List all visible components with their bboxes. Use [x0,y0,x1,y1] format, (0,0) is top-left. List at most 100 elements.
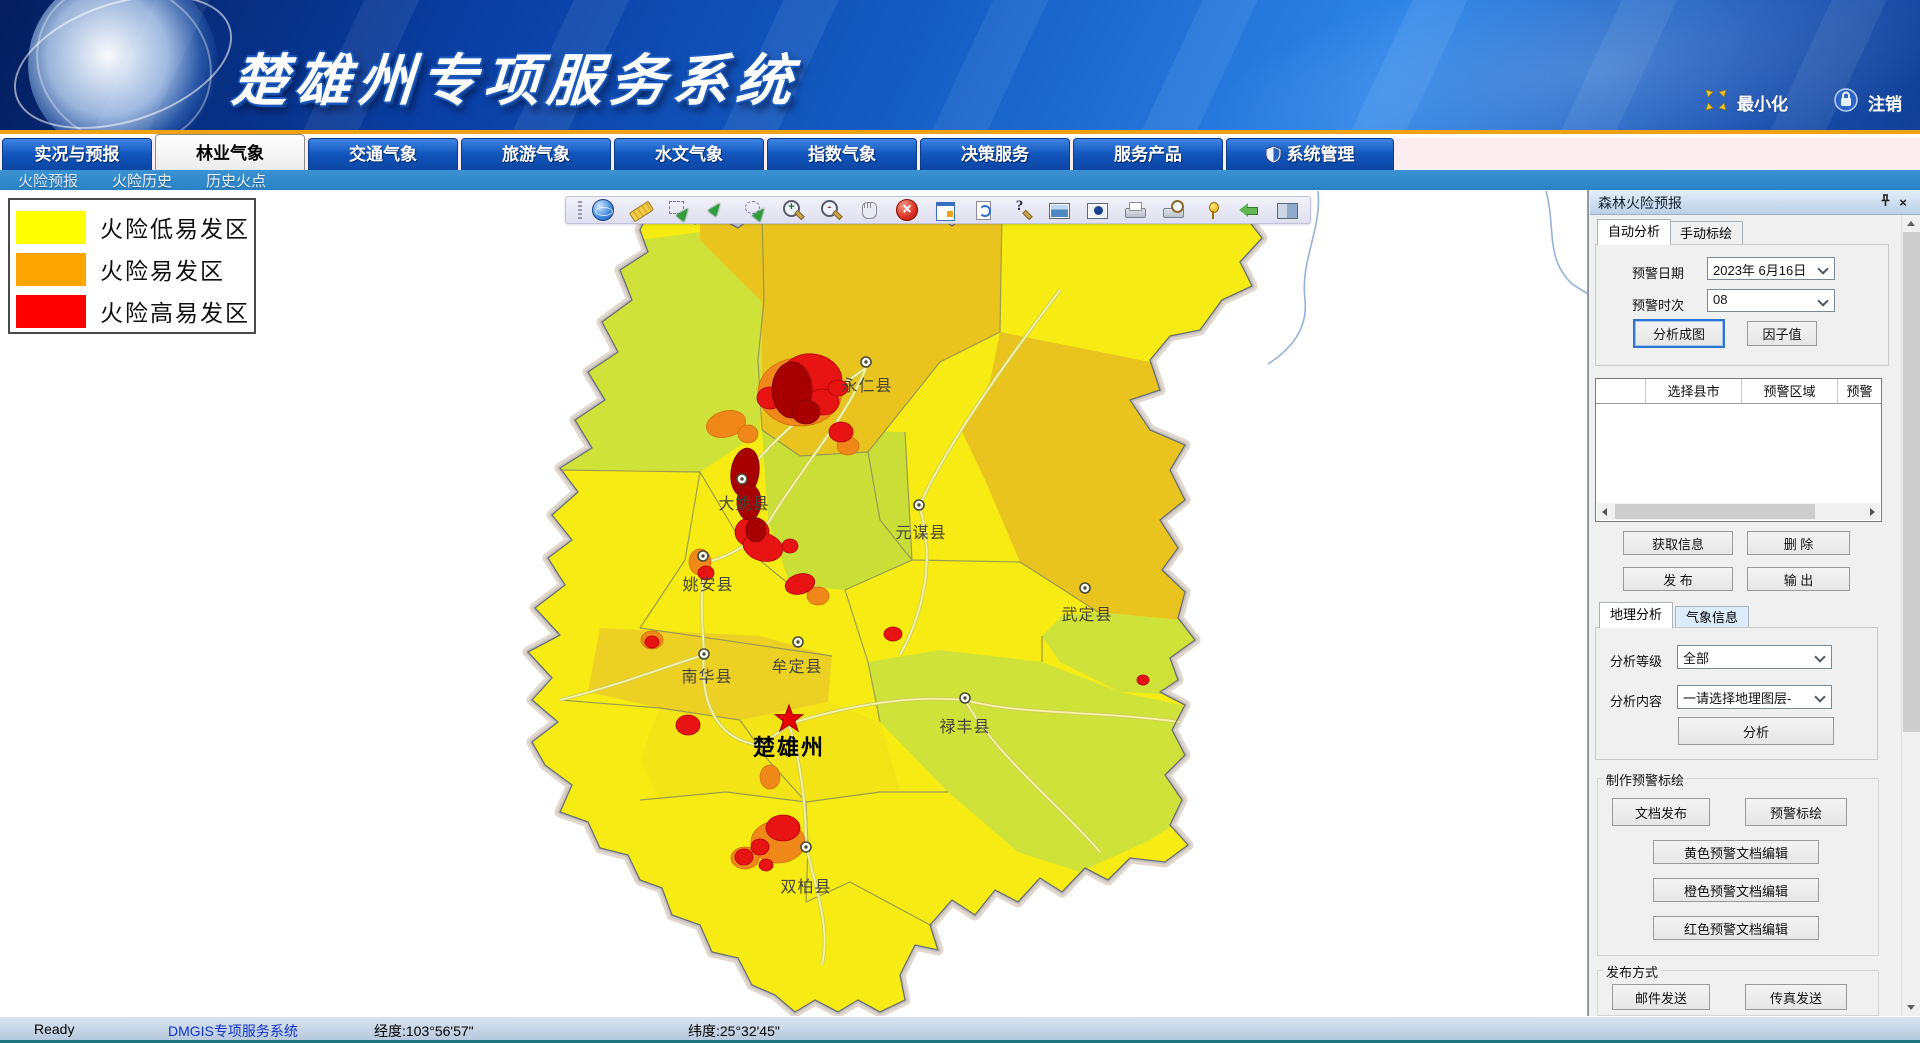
table-hscrollbar[interactable] [1597,503,1880,520]
warning-date-label: 预警日期 [1632,263,1684,282]
tab-traffic-weather[interactable]: 交通气象 [308,138,458,170]
analysis-level-select[interactable]: 全部 [1677,645,1832,669]
pan-hand-icon[interactable] [858,199,880,221]
analysis-content-label: 分析内容 [1610,691,1662,710]
orange-warning-doc-button[interactable]: 橙色预警文档编辑 [1653,878,1819,902]
tab-auto-analysis[interactable]: 自动分析 [1597,219,1671,245]
status-ready: Ready [34,1021,74,1037]
subnav-fire-forecast[interactable]: 火险预报 [18,170,78,191]
main-nav: 实况与预报 林业气象 交通气象 旅游气象 水文气象 指数气象 决策服务 服务产品… [0,138,1920,170]
scroll-down-icon[interactable] [1902,999,1920,1016]
warning-table[interactable]: 选择县市 预警区域 预警 [1595,378,1882,522]
table-header-checkbox [1596,379,1646,404]
status-longitude: 经度:103°56'57" [374,1021,474,1041]
full-extent-icon[interactable] [934,199,956,221]
panel-header: 森林火险预报 × [1590,191,1920,215]
subnav-fire-history[interactable]: 火险历史 [112,170,172,191]
zoom-out-icon[interactable] [820,199,842,221]
map-label-yuanmou: 元谋县 [895,524,946,542]
toolbar-grip[interactable] [578,201,582,219]
pin-icon[interactable] [1200,199,1222,221]
map-label-wuding: 武定县 [1061,606,1112,624]
warning-time-label: 预警时次 [1632,295,1684,314]
red-warning-doc-button[interactable]: 红色预警文档编辑 [1653,916,1819,940]
map-toolbar [565,196,1311,224]
map-legend: 火险低易发区 火险易发区 火险高易发区 [8,198,256,334]
map-label-shuangbai: 双柏县 [780,878,831,896]
publish-button[interactable]: 发 布 [1623,567,1733,591]
geo-analyze-button[interactable]: 分析 [1678,717,1834,745]
analyze-map-button[interactable]: 分析成图 [1633,319,1725,348]
tab-service-products[interactable]: 服务产品 [1073,138,1223,170]
print-preview-icon[interactable] [1162,199,1184,221]
scroll-left-icon[interactable] [1597,503,1613,520]
email-send-button[interactable]: 邮件发送 [1612,984,1710,1010]
table-header-county: 选择县市 [1646,379,1742,404]
map-label-lufeng: 禄丰县 [939,718,990,736]
stop-icon[interactable] [896,199,918,221]
doc-publish-button[interactable]: 文档发布 [1612,798,1710,826]
minimize-arrows-icon [1705,89,1727,116]
map-area[interactable]: 永仁县 元谋县 大姚县 姚安县 武定县 牟定县 南华县 禄丰县 双柏县 楚雄州 … [0,190,1588,1016]
status-system-name: DMGIS专项服务系统 [168,1021,298,1041]
scroll-right-icon[interactable] [1864,503,1880,520]
close-panel-icon[interactable]: × [1894,194,1912,212]
print-icon[interactable] [1124,199,1146,221]
status-bar: Ready DMGIS专项服务系统 经度:103°56'57" 纬度:25°32… [0,1016,1920,1043]
tab-index-weather[interactable]: 指数气象 [767,138,917,170]
app-title: 楚雄州专项服务系统 [229,36,802,117]
panel-scrollbar[interactable] [1901,215,1920,1016]
refresh-icon[interactable] [972,199,994,221]
tab-geo-analysis[interactable]: 地理分析 [1599,602,1673,628]
globe-icon[interactable] [592,199,614,221]
hscroll-thumb[interactable] [1615,504,1815,519]
select-pointer-icon[interactable] [706,199,728,221]
tab-decision-service[interactable]: 决策服务 [920,138,1070,170]
analysis-content-select[interactable]: 一请选择地理图层- [1677,685,1832,709]
overview-map-icon[interactable] [1086,199,1108,221]
minimize-button[interactable]: 最小化 [1705,89,1788,116]
tab-hydrology-weather[interactable]: 水文气象 [614,138,764,170]
map-layers-icon[interactable] [1276,199,1298,221]
map-label-yongren: 永仁县 [841,377,892,395]
vscroll-thumb[interactable] [1903,232,1920,732]
publish-group-title: 发布方式 [1603,962,1661,981]
pin-panel-icon[interactable] [1876,194,1894,212]
sub-nav: 火险预报 火险历史 历史火点 [0,170,1920,190]
logout-button[interactable]: 注销 [1834,88,1902,117]
tab-realtime-forecast[interactable]: 实况与预报 [2,138,152,170]
select-circle-icon[interactable] [744,199,766,221]
scroll-up-icon[interactable] [1902,215,1920,232]
tab-system-management[interactable]: 系统管理 [1226,138,1394,170]
measure-icon[interactable] [630,199,652,221]
factor-value-button[interactable]: 因子值 [1747,321,1817,346]
globe-logo [28,0,218,134]
identify-icon[interactable] [1010,199,1032,221]
map-label-mouding: 牟定县 [771,658,822,676]
fetch-info-button[interactable]: 获取信息 [1623,531,1733,555]
zoom-in-icon[interactable] [782,199,804,221]
map-label-nanhua: 南华县 [681,668,732,686]
forest-fire-panel: 森林火险预报 × 自动分析 手动标绘 预警日期 2023年 6月16日 预警时次… [1588,190,1920,1016]
panel-title: 森林火险预报 [1598,193,1876,213]
delete-button[interactable]: 删 除 [1747,531,1850,555]
subnav-history-firepoints[interactable]: 历史火点 [206,170,266,191]
export-button[interactable]: 输 出 [1747,567,1850,591]
warning-time-select[interactable]: 08 [1707,289,1835,312]
warning-date-select[interactable]: 2023年 6月16日 [1707,257,1835,280]
warn-plot-button[interactable]: 预警标绘 [1745,798,1847,826]
table-header-region: 预警区域 [1742,379,1838,404]
plot-group-title: 制作预警标绘 [1603,770,1687,789]
tab-manual-plot[interactable]: 手动标绘 [1669,221,1743,245]
select-area-icon[interactable] [668,199,690,221]
tab-weather-info[interactable]: 气象信息 [1675,606,1749,628]
back-arrow-icon[interactable] [1238,199,1260,221]
legend-swatch-medium [16,253,86,286]
image-export-icon[interactable] [1048,199,1070,221]
map-label-prefecture: 楚雄州 [753,735,825,760]
tab-tourism-weather[interactable]: 旅游气象 [461,138,611,170]
fax-send-button[interactable]: 传真发送 [1745,984,1847,1010]
status-latitude: 纬度:25°32'45" [688,1021,780,1041]
yellow-warning-doc-button[interactable]: 黄色预警文档编辑 [1653,840,1819,864]
tab-forestry-weather[interactable]: 林业气象 [155,134,305,170]
